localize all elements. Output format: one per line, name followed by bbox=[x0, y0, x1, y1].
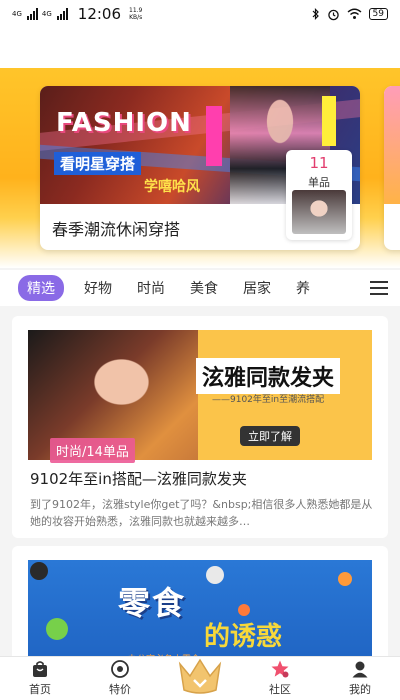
alarm-icon bbox=[327, 9, 339, 20]
star-icon bbox=[271, 660, 289, 678]
crown-icon[interactable] bbox=[176, 656, 224, 696]
article-description: 到了9102年，泫雅style你get了吗？&nbsp;相信很多人熟悉她都是从她… bbox=[30, 498, 373, 528]
clock: 12:06 bbox=[77, 5, 122, 23]
banner-card[interactable]: FASHION 看明星穿搭 学嘻哈风 11 单品 春季潮流休闲穿搭 bbox=[40, 86, 360, 250]
signal-label-2: 4G bbox=[41, 9, 52, 18]
nav-community-label: 社区 bbox=[269, 683, 291, 696]
speed-unit: KB/s bbox=[129, 14, 143, 21]
article-image-headline: 泫雅同款发夹 bbox=[196, 358, 341, 394]
decoration-circle bbox=[30, 562, 48, 580]
article-image-subline: ——9102年至in至潮流搭配 bbox=[212, 395, 325, 405]
decoration-circle bbox=[238, 604, 250, 616]
tab-more[interactable]: 养 bbox=[296, 278, 310, 298]
item-count-badge: 11 单品 bbox=[286, 150, 352, 240]
network-speed: 11.9 KB/s bbox=[129, 7, 142, 21]
tab-food[interactable]: 美食 bbox=[190, 278, 218, 298]
nav-deals-label: 特价 bbox=[109, 683, 131, 696]
article-image-headline-2: 的诱惑 bbox=[204, 622, 283, 652]
category-tabs: 精选 好物 时尚 美食 居家 养 bbox=[0, 270, 400, 306]
item-count-number: 11 bbox=[309, 154, 329, 172]
banner-pink-bar bbox=[206, 106, 222, 166]
article-image-button: 立即了解 bbox=[240, 426, 300, 446]
header-spacer bbox=[0, 28, 400, 68]
item-thumbnail bbox=[292, 190, 346, 234]
article-card[interactable]: 泫雅同款发夹 ——9102年至in至潮流搭配 立即了解 时尚/14单品 9102… bbox=[12, 316, 388, 538]
nav-profile[interactable]: 我的 bbox=[320, 657, 400, 700]
bluetooth-icon bbox=[312, 8, 319, 20]
item-count-unit: 单品 bbox=[308, 176, 330, 189]
nav-deals[interactable]: 特价 bbox=[80, 657, 160, 700]
eye-icon bbox=[111, 660, 129, 678]
banner-next-image bbox=[384, 86, 400, 204]
banner-hiphop-text: 学嘻哈风 bbox=[144, 179, 200, 195]
tab-fashion[interactable]: 时尚 bbox=[137, 278, 165, 298]
speed-value: 11.9 bbox=[129, 7, 143, 14]
signal-icon bbox=[56, 8, 68, 20]
wifi-icon bbox=[347, 8, 361, 19]
nav-profile-label: 我的 bbox=[349, 683, 371, 696]
article-title: 9102年至in搭配—泫雅同款发夹 bbox=[30, 470, 247, 488]
article-image: 零食 的诱惑 办公室必备小零食 bbox=[28, 560, 372, 666]
tab-goods[interactable]: 好物 bbox=[84, 278, 112, 298]
banner-fashion-text: FASHION bbox=[56, 108, 192, 138]
banner-star-text: 看明星穿搭 bbox=[54, 152, 142, 175]
article-badge: 时尚/14单品 bbox=[50, 438, 135, 463]
status-bar: 4G 4G 12:06 11.9 KB/s 59 bbox=[0, 0, 400, 28]
decoration-circle bbox=[46, 618, 68, 640]
article-image-headline: 零食 bbox=[118, 584, 187, 622]
nav-home[interactable]: 首页 bbox=[0, 657, 80, 700]
banner-title: 春季潮流休闲穿搭 bbox=[52, 220, 181, 239]
decoration-circle bbox=[338, 572, 352, 586]
banner-card-next[interactable] bbox=[384, 86, 400, 250]
nav-home-label: 首页 bbox=[29, 683, 51, 696]
tab-home[interactable]: 居家 bbox=[243, 278, 271, 298]
battery-indicator: 59 bbox=[368, 8, 388, 20]
tab-featured[interactable]: 精选 bbox=[18, 275, 64, 301]
nav-community[interactable]: 社区 bbox=[240, 657, 320, 700]
article-card[interactable]: 零食 的诱惑 办公室必备小零食 bbox=[12, 546, 388, 666]
banner-side-label bbox=[322, 96, 336, 146]
signal-icon bbox=[26, 8, 38, 20]
signal-label-1: 4G bbox=[12, 9, 22, 18]
app-root: 4G 4G 12:06 11.9 KB/s 59 FASHION 看明星穿搭 学… bbox=[0, 0, 400, 700]
menu-icon[interactable] bbox=[370, 281, 388, 295]
status-right: 59 bbox=[312, 8, 388, 21]
status-left: 4G 4G 12:06 11.9 KB/s bbox=[12, 5, 142, 23]
user-icon bbox=[352, 661, 368, 678]
shop-bag-icon bbox=[33, 661, 47, 677]
decoration-circle bbox=[206, 566, 224, 584]
